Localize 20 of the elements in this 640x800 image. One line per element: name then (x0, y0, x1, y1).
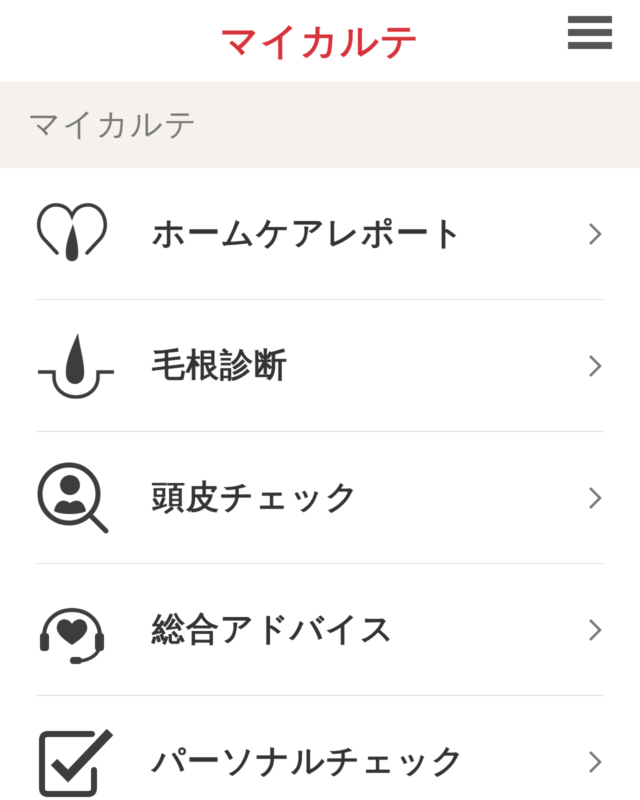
menu-item[interactable]: 総合アドバイス (36, 564, 604, 696)
menu-item[interactable]: ホームケアレポート (36, 168, 604, 300)
menu-item[interactable]: 頭皮チェック (36, 432, 604, 564)
menu-item-label: パーソナルチェック (152, 740, 467, 782)
app-title: マイカルテ (220, 18, 420, 64)
menu-item[interactable]: パーソナルチェック (36, 696, 604, 800)
menu-item-label: ホームケアレポート (152, 212, 466, 254)
menu-item[interactable]: 毛根診断 (36, 300, 604, 432)
hair-root-icon (36, 330, 116, 400)
section-title: マイカルテ (28, 104, 198, 145)
chevron-icon (588, 354, 602, 378)
menu-item-label: 頭皮チェック (152, 476, 361, 518)
menu-icon[interactable] (568, 16, 612, 50)
menu-item-label: 総合アドバイス (152, 608, 396, 650)
chevron-icon (588, 750, 602, 774)
chevron-icon (588, 222, 602, 246)
person-search-icon (36, 460, 110, 534)
chevron-icon (588, 618, 602, 642)
chevron-icon (588, 486, 602, 510)
menu-item-label: 毛根診断 (152, 344, 289, 386)
